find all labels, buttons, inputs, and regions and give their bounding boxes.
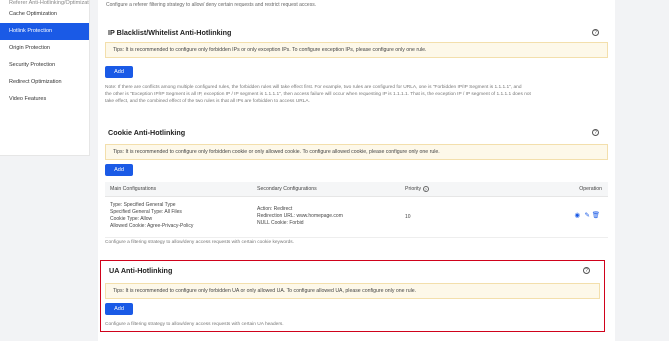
- tip-banner: Tips: It is recommended to configure onl…: [105, 283, 600, 299]
- cell-line: Redirection URL: www.homepage.com: [257, 213, 343, 219]
- ip-rules-note: Note: If there are conflicts among multi…: [105, 84, 603, 105]
- cell-line: Allowed Cookie: Agree-Privacy-Policy: [110, 223, 194, 229]
- header-priority: Priority ?: [405, 182, 429, 197]
- add-ip-rule-button[interactable]: Add: [105, 66, 133, 78]
- pencil-icon[interactable]: ✎: [585, 211, 590, 219]
- cell-line: NULL Cookie: Forbid: [257, 220, 304, 226]
- section-title: UA Anti-Hotlinking: [109, 266, 173, 275]
- add-ua-rule-button[interactable]: Add: [105, 303, 133, 315]
- sidebar-item-cache-optimization[interactable]: Cache Optimization: [0, 6, 89, 23]
- header-operation: Operation: [579, 186, 602, 192]
- header-priority-label: Priority: [405, 186, 422, 192]
- ua-anti-hotlinking-section: UA Anti-Hotlinking ? Tips: It is recomme…: [100, 260, 605, 332]
- cell-line: Cookie Type: Allow: [110, 216, 153, 222]
- sidebar-item-redirect-optimization[interactable]: Redirect Optimization: [0, 74, 89, 91]
- table-header: Main Configurations Secondary Configurat…: [105, 182, 608, 197]
- sidebar-item-hotlink-protection[interactable]: Hotlink Protection: [0, 23, 89, 40]
- add-cookie-rule-button[interactable]: Add: [105, 164, 133, 176]
- eye-icon[interactable]: ◉: [574, 211, 580, 219]
- trash-icon[interactable]: 🗑: [592, 211, 600, 219]
- section-title: Cookie Anti-Hotlinking: [108, 128, 186, 137]
- sidebar: Referer Anti-Hotlinking/Optimization Cac…: [0, 0, 90, 156]
- help-icon[interactable]: ?: [592, 29, 599, 36]
- cell-line: Type: Specified General Type: [110, 202, 176, 208]
- question-circle-icon[interactable]: ?: [422, 185, 429, 192]
- section-title: IP Blacklist/Whitelist Anti-Hotlinking: [108, 28, 232, 37]
- help-icon[interactable]: ?: [583, 267, 590, 274]
- note-line: take effect, and the combined effect of …: [105, 99, 310, 104]
- table-row: Type: Specified General Type Specified G…: [105, 197, 608, 238]
- sidebar-item-origin-protection[interactable]: Origin Protection: [0, 40, 89, 57]
- tip-banner: Tips: It is recommended to configure onl…: [105, 42, 608, 58]
- cell-priority: 10: [405, 214, 411, 220]
- cell-line: Action: Redirect: [257, 206, 293, 212]
- tip-banner: Tips: It is recommended to configure onl…: [105, 144, 608, 160]
- ua-hint-text: Configure a filtering strategy to allow/…: [105, 322, 284, 327]
- cookie-hint-text: Configure a filtering strategy to allow/…: [105, 240, 295, 245]
- cell-main-configurations: Type: Specified General Type Specified G…: [110, 202, 193, 230]
- cookie-rules-table: Main Configurations Secondary Configurat…: [105, 182, 608, 238]
- header-secondary-configurations: Secondary Configurations: [257, 186, 317, 192]
- cell-secondary-configurations: Action: Redirect Redirection URL: www.ho…: [257, 206, 343, 227]
- help-icon[interactable]: ?: [592, 129, 599, 136]
- note-line: Note: If there are conflicts among multi…: [105, 85, 522, 90]
- header-main-configurations: Main Configurations: [110, 186, 157, 192]
- ip-anti-hotlinking-section: IP Blacklist/Whitelist Anti-Hotlinking ?…: [98, 24, 615, 112]
- sidebar-item-security-protection[interactable]: Security Protection: [0, 57, 89, 74]
- cell-line: Specified General Type: All Files: [110, 209, 182, 215]
- referer-hint-text: Configure a referer filtering strategy t…: [106, 2, 317, 8]
- note-line: the other is "Exception IP/IP Segment is…: [105, 92, 531, 97]
- sidebar-item-video-features[interactable]: Video Features: [0, 91, 89, 108]
